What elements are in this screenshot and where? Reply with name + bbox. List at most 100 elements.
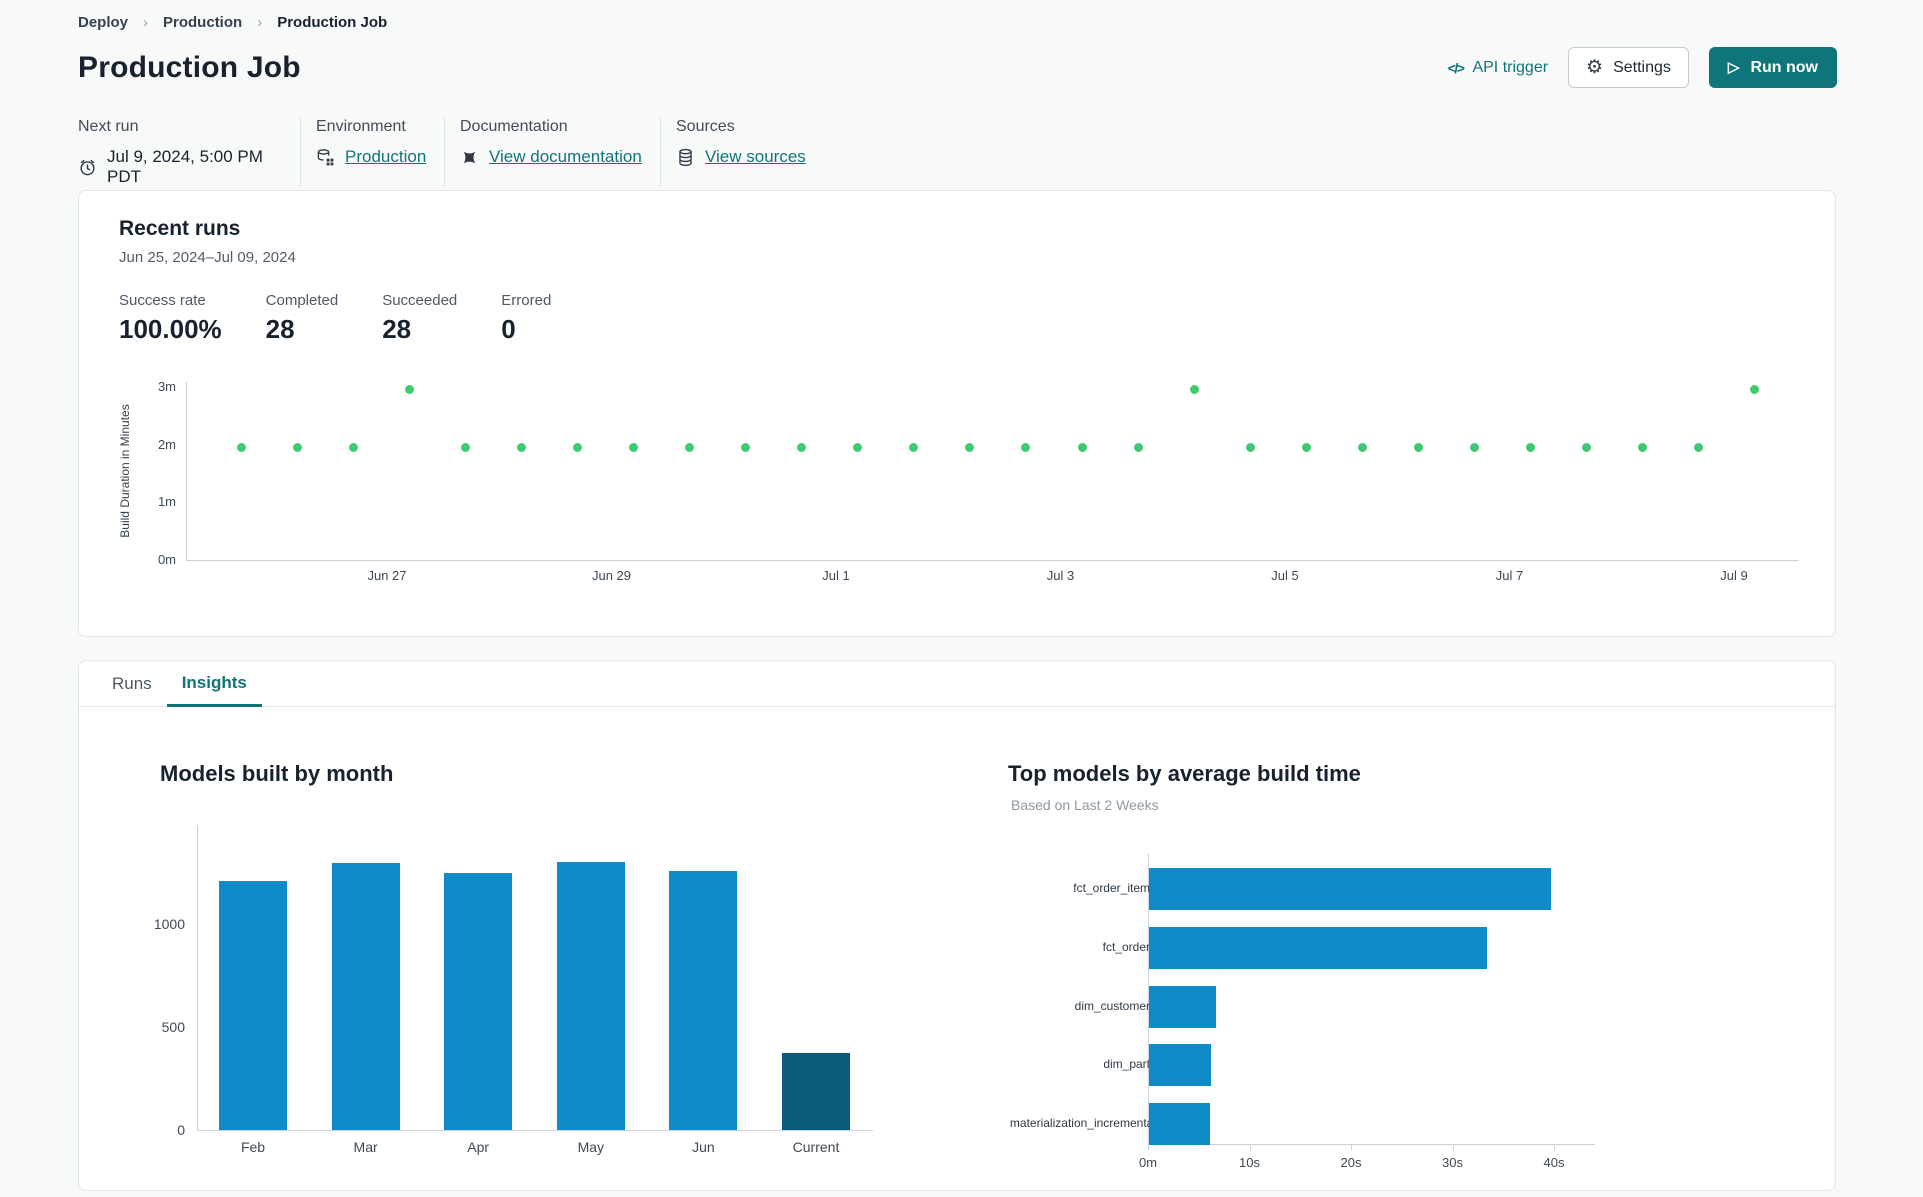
bar-y-tick-label: 1000 (153, 916, 185, 932)
scatter-point[interactable] (1301, 442, 1311, 452)
bar[interactable] (219, 880, 287, 1130)
view-documentation-link[interactable]: View documentation (489, 147, 642, 167)
scatter-point[interactable] (1470, 442, 1480, 452)
scatter-point[interactable] (292, 442, 302, 452)
page-title: Production Job (78, 50, 301, 84)
next-run-text: Jul 9, 2024, 5:00 PM PDT (107, 147, 263, 186)
scatter-point[interactable] (1694, 442, 1704, 452)
breadcrumb-production-job: Production Job (277, 14, 388, 31)
environment-section: Environment Production (300, 118, 444, 187)
scatter-point[interactable] (965, 442, 975, 452)
scatter-point[interactable] (1638, 442, 1648, 452)
scatter-point[interactable] (909, 442, 919, 452)
hbar-bar[interactable] (1149, 868, 1551, 910)
bar-x-axis-line (197, 1130, 873, 1131)
scatter-point[interactable] (1357, 442, 1367, 452)
recent-runs-chart-layer: Build Duration in Minutes 3m 2m 1m 0m Jun 27 J… (79, 191, 1835, 636)
sources-value: View sources (676, 147, 806, 167)
next-run-section: Next run Jul 9, 2024, 5:00 PM PDT (78, 118, 300, 187)
page-header: Deploy › Production › Production Job Pro… (0, 0, 1923, 187)
scatter-point[interactable] (236, 442, 246, 452)
x-axis-line (186, 560, 1799, 561)
bar-x-tick-label: Feb (240, 1139, 266, 1155)
hbar-bar[interactable] (1149, 926, 1487, 969)
hbar-category-label: fct_order_items (1073, 881, 1156, 895)
hbar-x-tick-mark (1249, 1144, 1251, 1150)
scatter-point[interactable] (516, 442, 526, 452)
scatter-point[interactable] (1133, 442, 1143, 452)
header-actions: </> API trigger ⚙ Settings ▷ Run now (1448, 47, 1837, 88)
bar[interactable] (444, 872, 513, 1130)
environment-label: Environment (316, 118, 406, 135)
gear-icon: ⚙ (1586, 57, 1604, 78)
environment-link[interactable]: Production (345, 147, 426, 167)
y-tick-label: 3m (157, 378, 176, 394)
chevron-right-icon: › (143, 14, 149, 31)
bar-x-tick-label: May (577, 1139, 605, 1155)
scatter-point[interactable] (741, 442, 751, 452)
y-axis-title: Build Duration in Minutes (118, 404, 132, 538)
sources-section: Sources View sources (660, 118, 806, 187)
dbt-docs-icon (460, 148, 479, 167)
hbar-bar[interactable] (1149, 985, 1216, 1028)
x-tick-label: Jul 7 (1495, 568, 1524, 583)
scatter-point[interactable] (685, 442, 695, 452)
hbar-x-axis-line (1148, 1144, 1595, 1145)
database-icon (676, 148, 695, 167)
breadcrumb-deploy[interactable]: Deploy (78, 14, 128, 31)
scatter-point[interactable] (853, 442, 863, 452)
x-tick-label: Jul 1 (822, 568, 850, 583)
hbar-bar[interactable] (1149, 1103, 1210, 1146)
hbar-bar[interactable] (1149, 1044, 1211, 1087)
breadcrumb-production[interactable]: Production (163, 14, 242, 31)
recent-runs-card: Recent runs Jun 25, 2024–Jul 09, 2024 Su… (78, 190, 1836, 637)
scatter-point[interactable] (1526, 442, 1536, 452)
bar-x-tick-label: Mar (353, 1139, 378, 1155)
sources-label: Sources (676, 118, 735, 135)
y-axis-line (186, 382, 187, 561)
clock-icon (78, 158, 97, 177)
documentation-label: Documentation (460, 118, 568, 135)
scatter-point[interactable] (1750, 385, 1760, 395)
insights-card: Runs Insights Models built by month Top … (78, 660, 1836, 1191)
x-tick-label: Jul 9 (1720, 568, 1748, 583)
y-tick-label: 2m (157, 436, 176, 452)
run-now-button[interactable]: ▷ Run now (1708, 47, 1837, 88)
hbar-category-label: dim_parts (1103, 1057, 1156, 1072)
run-now-label: Run now (1750, 58, 1818, 76)
environment-icon (316, 148, 335, 167)
scatter-point[interactable] (1021, 442, 1031, 452)
code-icon: </> (1447, 59, 1465, 76)
title-row: Production Job </> API trigger ⚙ Setting… (78, 47, 1837, 88)
scatter-point[interactable] (1245, 442, 1255, 452)
api-trigger-link[interactable]: </> API trigger (1448, 59, 1548, 77)
bar-x-tick-label: Current (792, 1139, 840, 1155)
bar-y-axis-line (197, 825, 198, 1130)
job-info-strip: Next run Jul 9, 2024, 5:00 PM PDT Enviro… (78, 118, 1837, 187)
bar-y-tick-label: 500 (161, 1019, 185, 1035)
scatter-point[interactable] (1189, 385, 1199, 395)
production-job-page: Deploy › Production › Production Job Pro… (0, 0, 1923, 1197)
x-tick-label: Jun 29 (591, 568, 632, 583)
settings-button[interactable]: ⚙ Settings (1568, 47, 1689, 88)
scatter-point[interactable] (1077, 442, 1087, 452)
scatter-point[interactable] (628, 442, 638, 452)
bar[interactable] (669, 871, 738, 1130)
play-icon: ▷ (1727, 59, 1740, 76)
hbar-category-label: dim_customers (1074, 998, 1156, 1013)
scatter-point[interactable] (404, 385, 414, 395)
bar[interactable] (556, 862, 625, 1130)
hbar-x-tick-mark (1351, 1144, 1352, 1150)
scatter-point[interactable] (1582, 442, 1592, 452)
view-sources-link[interactable]: View sources (705, 147, 806, 167)
scatter-point[interactable] (797, 442, 807, 452)
hbar-x-tick-label: 20s (1340, 1155, 1362, 1170)
scatter-point[interactable] (460, 442, 470, 452)
bar[interactable] (331, 863, 400, 1130)
bar-x-tick-label: Apr (467, 1139, 490, 1155)
scatter-point[interactable] (1413, 442, 1423, 452)
hbar-x-tick-label: 40s (1543, 1155, 1565, 1170)
hbar-x-tick-mark (1554, 1144, 1555, 1150)
scatter-point[interactable] (348, 442, 358, 452)
scatter-point[interactable] (572, 442, 582, 452)
